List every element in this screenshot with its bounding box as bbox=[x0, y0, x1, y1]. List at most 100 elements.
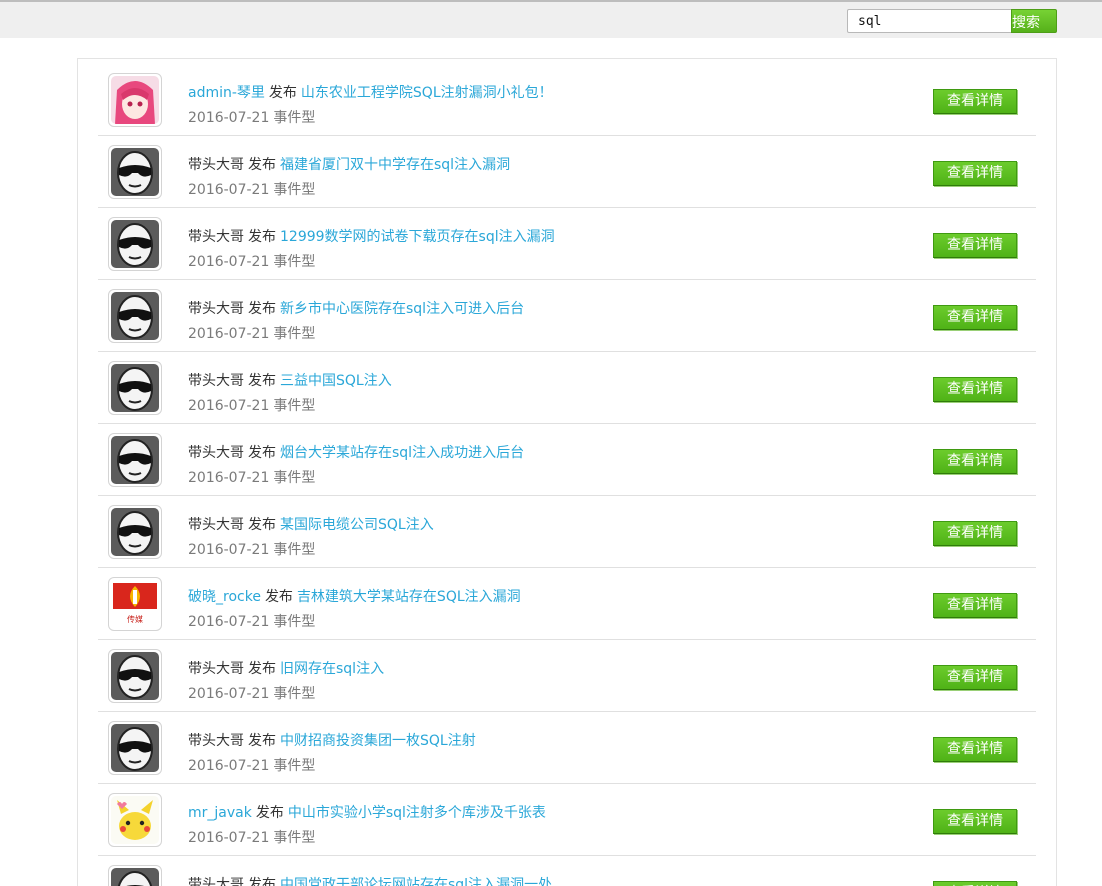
publish-date: 2016-07-21 bbox=[188, 614, 270, 630]
author-name[interactable]: 带头大哥 bbox=[188, 733, 244, 749]
author-name[interactable]: 带头大哥 bbox=[188, 157, 244, 173]
view-details-button[interactable]: 查看详情 bbox=[933, 737, 1017, 762]
author-name[interactable]: 破晓_rocke bbox=[188, 589, 261, 605]
item-headline: 带头大哥 发布 中国党政干部论坛网站存在sql注入漏洞一处 bbox=[188, 874, 552, 886]
list-item: 传媒 破晓_rocke 发布 吉林建筑大学某站存在SQL注入漏洞 2016-07-2… bbox=[98, 568, 1036, 640]
event-type: 事件型 bbox=[273, 542, 316, 558]
sunglasses-face-avatar[interactable] bbox=[108, 361, 162, 415]
results-list: admin-琴里 发布 山东农业工程学院SQL注射漏洞小礼包！ 2016-07-21… bbox=[98, 64, 1036, 886]
author-name[interactable]: 带头大哥 bbox=[188, 661, 244, 677]
view-details-button[interactable]: 查看详情 bbox=[933, 593, 1017, 618]
view-details-button[interactable]: 查看详情 bbox=[933, 665, 1017, 690]
publish-verb: 发布 bbox=[248, 157, 276, 173]
search-button[interactable]: 搜索 bbox=[1011, 9, 1057, 33]
sunglasses-face-avatar[interactable] bbox=[108, 145, 162, 199]
sunglasses-face-avatar[interactable] bbox=[108, 433, 162, 487]
item-headline: 带头大哥 发布 新乡市中心医院存在sql注入可进入后台 bbox=[188, 298, 524, 318]
sunglasses-face-avatar[interactable] bbox=[108, 217, 162, 271]
sunglasses-face-avatar[interactable] bbox=[108, 865, 162, 886]
author-name[interactable]: 带头大哥 bbox=[188, 517, 244, 533]
item-headline: 带头大哥 发布 12999数学网的试卷下载页存在sql注入漏洞 bbox=[188, 226, 555, 246]
sunglasses-face-avatar[interactable] bbox=[108, 721, 162, 775]
event-type: 事件型 bbox=[273, 326, 316, 342]
vulnerability-title-link[interactable]: 某国际电缆公司SQL注入 bbox=[280, 517, 434, 533]
publish-date: 2016-07-21 bbox=[188, 470, 270, 486]
item-meta: 2016-07-21 事件型 bbox=[188, 395, 315, 415]
publish-date: 2016-07-21 bbox=[188, 182, 270, 198]
view-details-button[interactable]: 查看详情 bbox=[933, 809, 1017, 834]
svg-text:传媒: 传媒 bbox=[127, 614, 143, 624]
vulnerability-title-link[interactable]: 中国党政干部论坛网站存在sql注入漏洞一处 bbox=[280, 877, 552, 886]
sunglasses-face-avatar[interactable] bbox=[108, 289, 162, 343]
item-headline: 破晓_rocke 发布 吉林建筑大学某站存在SQL注入漏洞 bbox=[188, 586, 521, 606]
vulnerability-title-link[interactable]: 烟台大学某站存在sql注入成功进入后台 bbox=[280, 445, 524, 461]
vulnerability-title-link[interactable]: 中财招商投资集团一枚SQL注射 bbox=[280, 733, 476, 749]
publish-verb: 发布 bbox=[248, 661, 276, 677]
author-name[interactable]: mr_javak bbox=[188, 805, 252, 821]
item-meta: 2016-07-21 事件型 bbox=[188, 755, 315, 775]
sunglasses-face-avatar[interactable] bbox=[108, 505, 162, 559]
item-meta: 2016-07-21 事件型 bbox=[188, 467, 315, 487]
publish-date: 2016-07-21 bbox=[188, 758, 270, 774]
publish-verb: 发布 bbox=[248, 301, 276, 317]
item-meta: 2016-07-21 事件型 bbox=[188, 107, 315, 127]
publish-verb: 发布 bbox=[248, 733, 276, 749]
results-panel: admin-琴里 发布 山东农业工程学院SQL注射漏洞小礼包！ 2016-07-21… bbox=[77, 58, 1057, 886]
publish-verb: 发布 bbox=[248, 517, 276, 533]
list-item: 带头大哥发布中国党政干部论坛网站存在sql注入漏洞一处 2016-07-21事件… bbox=[98, 856, 1036, 886]
event-type: 事件型 bbox=[273, 470, 316, 486]
author-name[interactable]: 带头大哥 bbox=[188, 301, 244, 317]
item-meta: 2016-07-21 事件型 bbox=[188, 179, 315, 199]
view-details-button[interactable]: 查看详情 bbox=[933, 89, 1017, 114]
publish-date: 2016-07-21 bbox=[188, 542, 270, 558]
publish-verb: 发布 bbox=[248, 373, 276, 389]
publish-verb: 发布 bbox=[264, 589, 293, 605]
top-bar: 搜索 bbox=[0, 0, 1102, 38]
event-type: 事件型 bbox=[273, 110, 316, 126]
vulnerability-title-link[interactable]: 福建省厦门双十中学存在sql注入漏洞 bbox=[280, 157, 510, 173]
view-details-button[interactable]: 查看详情 bbox=[933, 521, 1017, 546]
list-item: 带头大哥 发布 12999数学网的试卷下载页存在sql注入漏洞 2016-07-21… bbox=[98, 208, 1036, 280]
publish-verb: 发布 bbox=[248, 229, 276, 245]
search-input[interactable] bbox=[847, 9, 1013, 33]
event-type: 事件型 bbox=[273, 758, 316, 774]
list-item: 带头大哥 发布 烟台大学某站存在sql注入成功进入后台 2016-07-21 事件型 … bbox=[98, 424, 1036, 496]
vulnerability-title-link[interactable]: 旧网存在sql注入 bbox=[280, 661, 384, 677]
item-headline: 带头大哥 发布 中财招商投资集团一枚SQL注射 bbox=[188, 730, 476, 750]
vulnerability-title-link[interactable]: 吉林建筑大学某站存在SQL注入漏洞 bbox=[297, 589, 521, 605]
vulnerability-title-link[interactable]: 中山市实验小学sql注射多个库涉及千张表 bbox=[288, 805, 546, 821]
author-name[interactable]: admin-琴里 bbox=[188, 85, 265, 101]
publish-verb: 发布 bbox=[268, 85, 297, 101]
item-meta: 2016-07-21 事件型 bbox=[188, 827, 315, 847]
publish-verb: 发布 bbox=[248, 445, 276, 461]
author-name[interactable]: 带头大哥 bbox=[188, 373, 244, 389]
list-item: mr_javak 发布 中山市实验小学sql注射多个库涉及千张表 2016-07-2… bbox=[98, 784, 1036, 856]
list-item: 带头大哥 发布 中财招商投资集团一枚SQL注射 2016-07-21 事件型 查看详情 bbox=[98, 712, 1036, 784]
list-item: 带头大哥 发布 三益中国SQL注入 2016-07-21 事件型 查看详情 bbox=[98, 352, 1036, 424]
view-details-button[interactable]: 查看详情 bbox=[933, 449, 1017, 474]
item-headline: 带头大哥 发布 某国际电缆公司SQL注入 bbox=[188, 514, 434, 534]
view-details-button[interactable]: 查看详情 bbox=[933, 161, 1017, 186]
event-type: 事件型 bbox=[273, 830, 316, 846]
view-details-button[interactable]: 查看详情 bbox=[933, 233, 1017, 258]
sunglasses-face-avatar[interactable] bbox=[108, 649, 162, 703]
vulnerability-title-link[interactable]: 三益中国SQL注入 bbox=[280, 373, 392, 389]
item-headline: 带头大哥 发布 福建省厦门双十中学存在sql注入漏洞 bbox=[188, 154, 510, 174]
publish-date: 2016-07-21 bbox=[188, 326, 270, 342]
vulnerability-title-link[interactable]: 山东农业工程学院SQL注射漏洞小礼包！ bbox=[301, 85, 553, 101]
pikachu-avatar[interactable] bbox=[108, 793, 162, 847]
author-name[interactable]: 带头大哥 bbox=[188, 445, 244, 461]
list-item: 带头大哥 发布 旧网存在sql注入 2016-07-21 事件型 查看详情 bbox=[98, 640, 1036, 712]
vulnerability-title-link[interactable]: 新乡市中心医院存在sql注入可进入后台 bbox=[280, 301, 524, 317]
event-type: 事件型 bbox=[273, 686, 316, 702]
vulnerability-title-link[interactable]: 12999数学网的试卷下载页存在sql注入漏洞 bbox=[280, 229, 555, 245]
view-details-button[interactable]: 查看详情 bbox=[933, 881, 1017, 886]
publish-date: 2016-07-21 bbox=[188, 830, 270, 846]
author-name[interactable]: 带头大哥 bbox=[188, 229, 244, 245]
anime-girl-avatar[interactable] bbox=[108, 73, 162, 127]
media-logo-avatar[interactable]: 传媒 bbox=[108, 577, 162, 631]
view-details-button[interactable]: 查看详情 bbox=[933, 305, 1017, 330]
view-details-button[interactable]: 查看详情 bbox=[933, 377, 1017, 402]
item-headline: admin-琴里 发布 山东农业工程学院SQL注射漏洞小礼包！ bbox=[188, 82, 553, 102]
author-name[interactable]: 带头大哥 bbox=[188, 877, 244, 886]
